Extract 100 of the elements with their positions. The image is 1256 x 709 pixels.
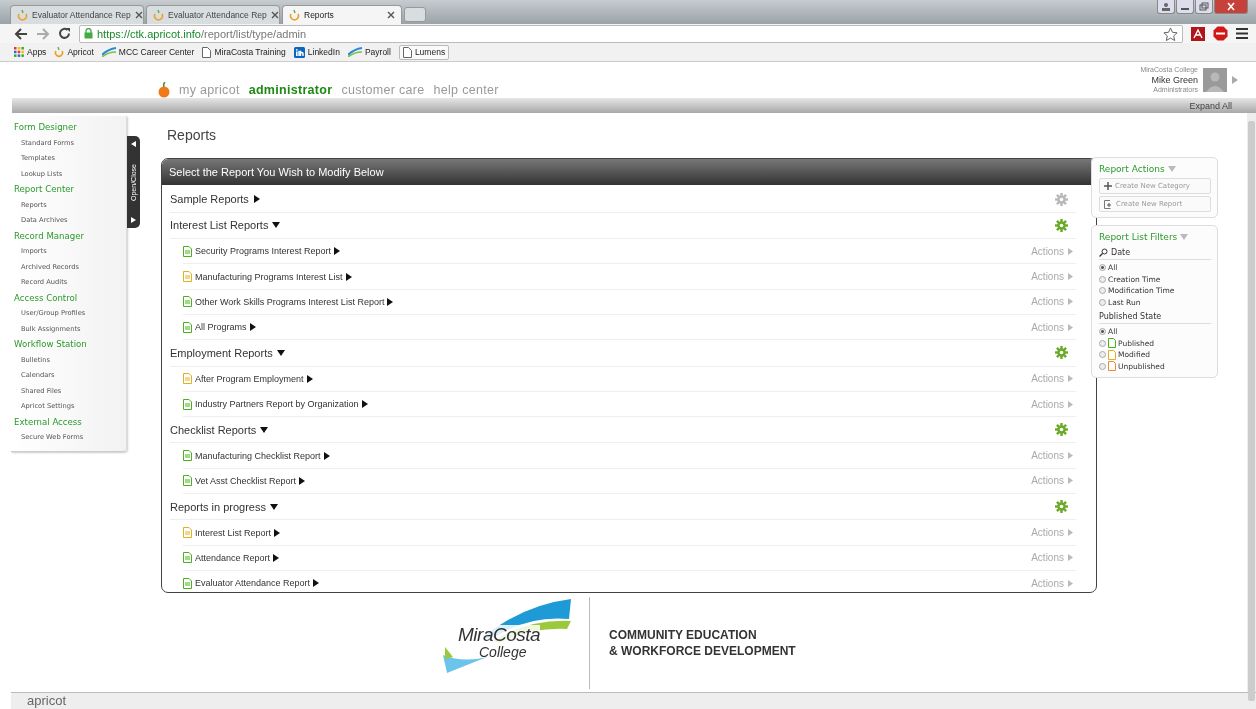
bookmark[interactable]: MCC Career Center	[101, 47, 195, 57]
restore-button[interactable]	[1195, 0, 1213, 14]
gear-icon[interactable]	[1055, 218, 1068, 232]
restore-icon	[1199, 2, 1209, 11]
close-icon[interactable]	[387, 11, 395, 19]
report-link[interactable]: Interest List Report	[195, 527, 272, 538]
user-icon	[1161, 2, 1171, 11]
page-title: Reports	[166, 126, 218, 145]
bookmark[interactable]: Lumens	[398, 44, 450, 60]
filter-label: Published State	[1099, 312, 1162, 321]
plus-icon	[1104, 182, 1112, 190]
document-icon	[183, 245, 192, 257]
close-icon[interactable]	[270, 11, 279, 19]
bookmark[interactable]: MiraCosta Training	[202, 46, 286, 58]
report-link[interactable]: After Program Employment	[195, 373, 304, 384]
report-link[interactable]: Attendance Report	[195, 552, 271, 563]
report-link[interactable]: Vet Asst Checklist Report	[195, 475, 297, 486]
address-field[interactable]: https://ctk.apricot.info/report/list/type/admin	[79, 24, 1183, 43]
caret-icon[interactable]	[272, 221, 281, 230]
gear-icon[interactable]	[1055, 346, 1068, 360]
caret-icon[interactable]	[270, 502, 278, 511]
swoosh-icon	[101, 47, 116, 57]
caret-icon	[1068, 554, 1073, 562]
caret-icon	[274, 528, 281, 537]
document-icon	[183, 450, 192, 462]
caret-icon	[1068, 323, 1073, 331]
gear-icon[interactable]	[1055, 423, 1068, 437]
caret-icon	[345, 272, 352, 281]
report-link[interactable]: Manufacturing Checklist Report	[195, 450, 321, 461]
category-toggle[interactable]: Reports in progress	[170, 500, 266, 513]
apricot-icon	[17, 9, 28, 21]
browser-tab[interactable]: Reports	[282, 5, 402, 24]
close-icon	[1226, 2, 1236, 11]
pdf-icon[interactable]	[1191, 26, 1205, 41]
bookmark[interactable]: Apricot	[54, 46, 94, 58]
page-icon	[202, 46, 212, 58]
nav-link[interactable]: administrator	[248, 83, 333, 97]
in-square-icon	[293, 46, 305, 58]
caret-icon	[306, 374, 313, 383]
back-icon[interactable]	[14, 27, 28, 40]
profile-button[interactable]	[1157, 0, 1175, 14]
document-icon	[183, 577, 192, 589]
document-icon	[183, 296, 192, 308]
report-link[interactable]: Industry Partners Report by Organization	[195, 399, 359, 410]
apricot-logo: apricot	[27, 694, 67, 708]
sidebar-section[interactable]: Record Manager	[14, 228, 126, 244]
scrollbar-thumb[interactable]	[1248, 121, 1255, 701]
report-link[interactable]: Other Work Skills Programs Interest List Report	[195, 296, 385, 307]
caret-icon[interactable]	[276, 348, 285, 357]
apricot-icon	[289, 9, 300, 21]
category-toggle[interactable]: Interest List Reports	[170, 219, 269, 232]
caret-icon	[131, 217, 136, 223]
report-link[interactable]: All Programs	[195, 322, 247, 333]
page-icon	[402, 46, 412, 58]
browser-tab[interactable]: Evaluator Attendance Rep	[10, 5, 144, 24]
gear-icon[interactable]	[1055, 500, 1068, 514]
report-link[interactable]: Security Programs Interest Report	[195, 246, 332, 257]
sidebar-section[interactable]: Report Center	[14, 182, 126, 198]
sidebar-section[interactable]: Form Designer	[14, 120, 126, 136]
caret-icon[interactable]	[260, 425, 269, 434]
stop-sign-icon[interactable]	[1213, 26, 1228, 41]
category-toggle[interactable]: Sample Reports	[170, 193, 249, 206]
report-link[interactable]: Manufacturing Programs Interest List	[195, 271, 343, 282]
document-icon	[183, 271, 192, 283]
caret-icon	[1068, 273, 1073, 281]
sidebar-section[interactable]: Access Control	[14, 290, 126, 306]
document-icon	[183, 527, 192, 538]
star-icon[interactable]	[1163, 26, 1178, 41]
caret-icon	[1068, 477, 1073, 485]
caret-icon[interactable]	[252, 195, 261, 204]
expand-all-link[interactable]: Expand All	[1189, 100, 1232, 111]
filter-label: Date	[1111, 248, 1131, 257]
caret-icon	[313, 579, 320, 588]
apricot-icon	[54, 46, 65, 58]
caret-icon	[387, 297, 394, 306]
college-name: College	[479, 644, 527, 661]
division-name: COMMUNITY EDUCATION	[609, 626, 758, 643]
report-link[interactable]: Evaluator Attendance Report	[195, 578, 311, 589]
bookmark[interactable]: LinkedIn	[293, 46, 340, 58]
minimize-button[interactable]	[1176, 0, 1194, 14]
document-icon	[183, 552, 192, 564]
close-button[interactable]	[1214, 0, 1248, 14]
caret-icon	[334, 247, 341, 256]
bookmark[interactable]: Apps	[14, 47, 47, 57]
bookmark[interactable]: Payroll	[347, 47, 391, 57]
caret-icon	[361, 400, 368, 409]
sidebar-section[interactable]: Workflow Station	[14, 337, 126, 353]
lock-icon	[84, 28, 93, 39]
browser-tab[interactable]: Evaluator Attendance Rep	[146, 5, 280, 24]
menu-icon[interactable]	[1236, 28, 1248, 39]
swoosh-icon	[347, 47, 362, 57]
close-icon[interactable]	[134, 11, 143, 19]
category-toggle[interactable]: Checklist Reports	[170, 423, 257, 436]
caret-icon	[1068, 529, 1073, 536]
category-toggle[interactable]: Employment Reports	[170, 346, 273, 359]
document-icon	[183, 475, 192, 487]
reload-icon[interactable]	[58, 27, 71, 40]
apricot-icon	[153, 9, 164, 21]
sidebar-section[interactable]: External Access	[14, 414, 126, 430]
college-name: MiraCosta	[458, 625, 541, 646]
